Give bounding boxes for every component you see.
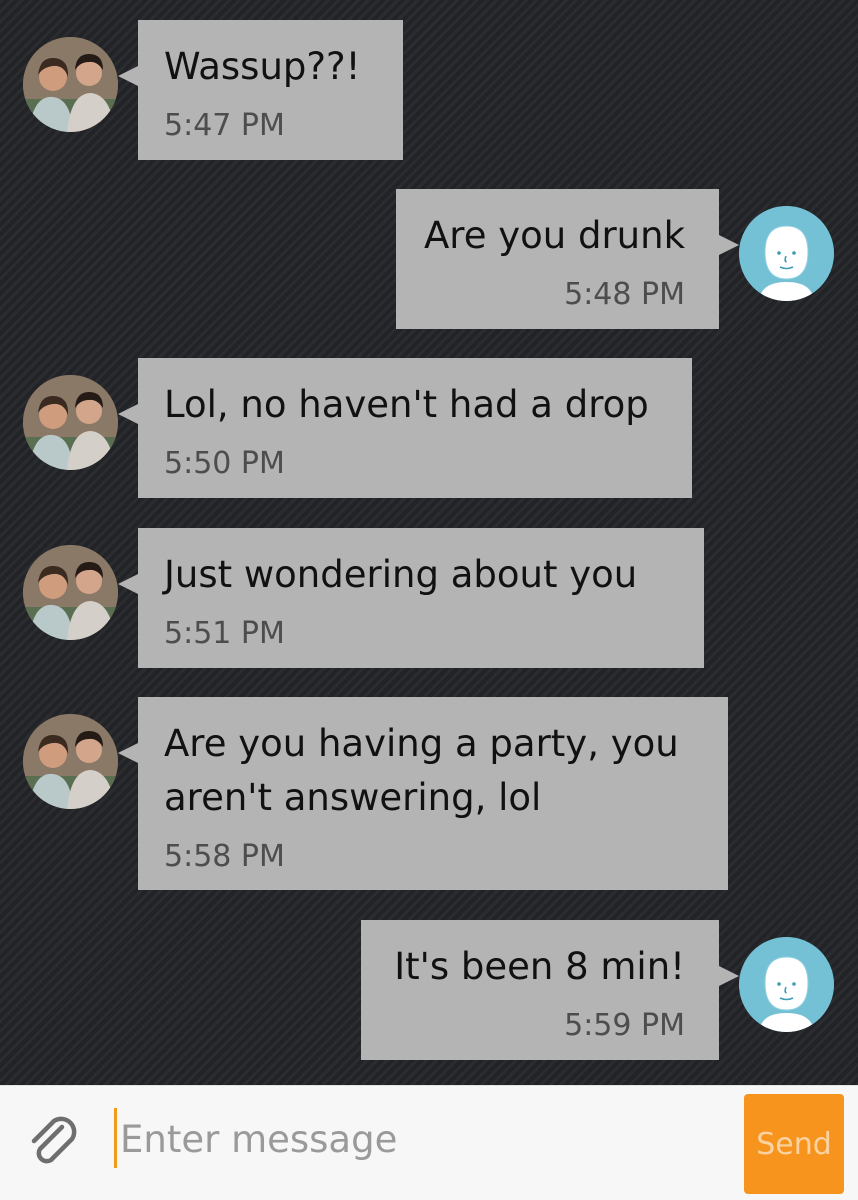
- message-timestamp: 5:58 PM: [164, 839, 285, 874]
- my-avatar[interactable]: [739, 206, 834, 301]
- message-row-outgoing: Are you drunk 5:48 PM: [0, 189, 858, 329]
- bubble-tail: [118, 66, 138, 86]
- message-timestamp: 5:48 PM: [564, 277, 685, 312]
- message-text: Just wondering about you: [164, 553, 638, 596]
- message-text: Are you having a party, you aren't answe…: [164, 722, 679, 819]
- message-row-incoming: Lol, no haven't had a drop 5:50 PM: [0, 358, 858, 498]
- message-row-incoming: Wassup??! 5:47 PM: [0, 20, 858, 160]
- default-person-icon: [739, 206, 834, 301]
- contact-photo-icon: [23, 545, 118, 640]
- send-button[interactable]: Send: [744, 1094, 844, 1194]
- bubble-tail: [719, 966, 739, 986]
- message-bubble[interactable]: It's been 8 min! 5:59 PM: [361, 920, 739, 1060]
- message-bubble[interactable]: Just wondering about you 5:51 PM: [118, 528, 704, 668]
- contact-avatar[interactable]: [23, 714, 118, 809]
- bubble-tail: [118, 743, 138, 763]
- contact-avatar[interactable]: [23, 545, 118, 640]
- contact-photo-icon: [23, 37, 118, 132]
- message-timestamp: 5:51 PM: [164, 616, 285, 651]
- paperclip-icon: [31, 1116, 77, 1164]
- message-text: It's been 8 min!: [394, 945, 685, 988]
- message-row-incoming: Are you having a party, you aren't answe…: [0, 697, 858, 890]
- message-text: Are you drunk: [423, 214, 685, 257]
- message-thread[interactable]: Wassup??! 5:47 PM Are you drunk 5:48 PM: [0, 0, 858, 1085]
- message-text: Wassup??!: [164, 45, 361, 88]
- message-row-incoming: Just wondering about you 5:51 PM: [0, 528, 858, 668]
- contact-photo-icon: [23, 375, 118, 470]
- message-timestamp: 5:59 PM: [564, 1008, 685, 1043]
- message-text: Lol, no haven't had a drop: [164, 383, 649, 426]
- bubble-tail: [118, 574, 138, 594]
- message-bubble[interactable]: Lol, no haven't had a drop 5:50 PM: [118, 358, 692, 498]
- message-timestamp: 5:47 PM: [164, 108, 285, 143]
- message-bubble[interactable]: Are you drunk 5:48 PM: [396, 189, 739, 329]
- contact-photo-icon: [23, 714, 118, 809]
- message-timestamp: 5:50 PM: [164, 446, 285, 481]
- bubble-tail: [118, 404, 138, 424]
- attach-button[interactable]: [22, 1111, 86, 1175]
- message-input[interactable]: [116, 1104, 734, 1174]
- message-bubble[interactable]: Wassup??! 5:47 PM: [118, 20, 403, 160]
- message-composer: Send: [0, 1085, 858, 1200]
- message-bubble[interactable]: Are you having a party, you aren't answe…: [118, 697, 728, 890]
- message-row-outgoing: It's been 8 min! 5:59 PM: [0, 920, 858, 1060]
- my-avatar[interactable]: [739, 937, 834, 1032]
- default-person-icon: [739, 937, 834, 1032]
- contact-avatar[interactable]: [23, 375, 118, 470]
- bubble-tail: [719, 235, 739, 255]
- contact-avatar[interactable]: [23, 37, 118, 132]
